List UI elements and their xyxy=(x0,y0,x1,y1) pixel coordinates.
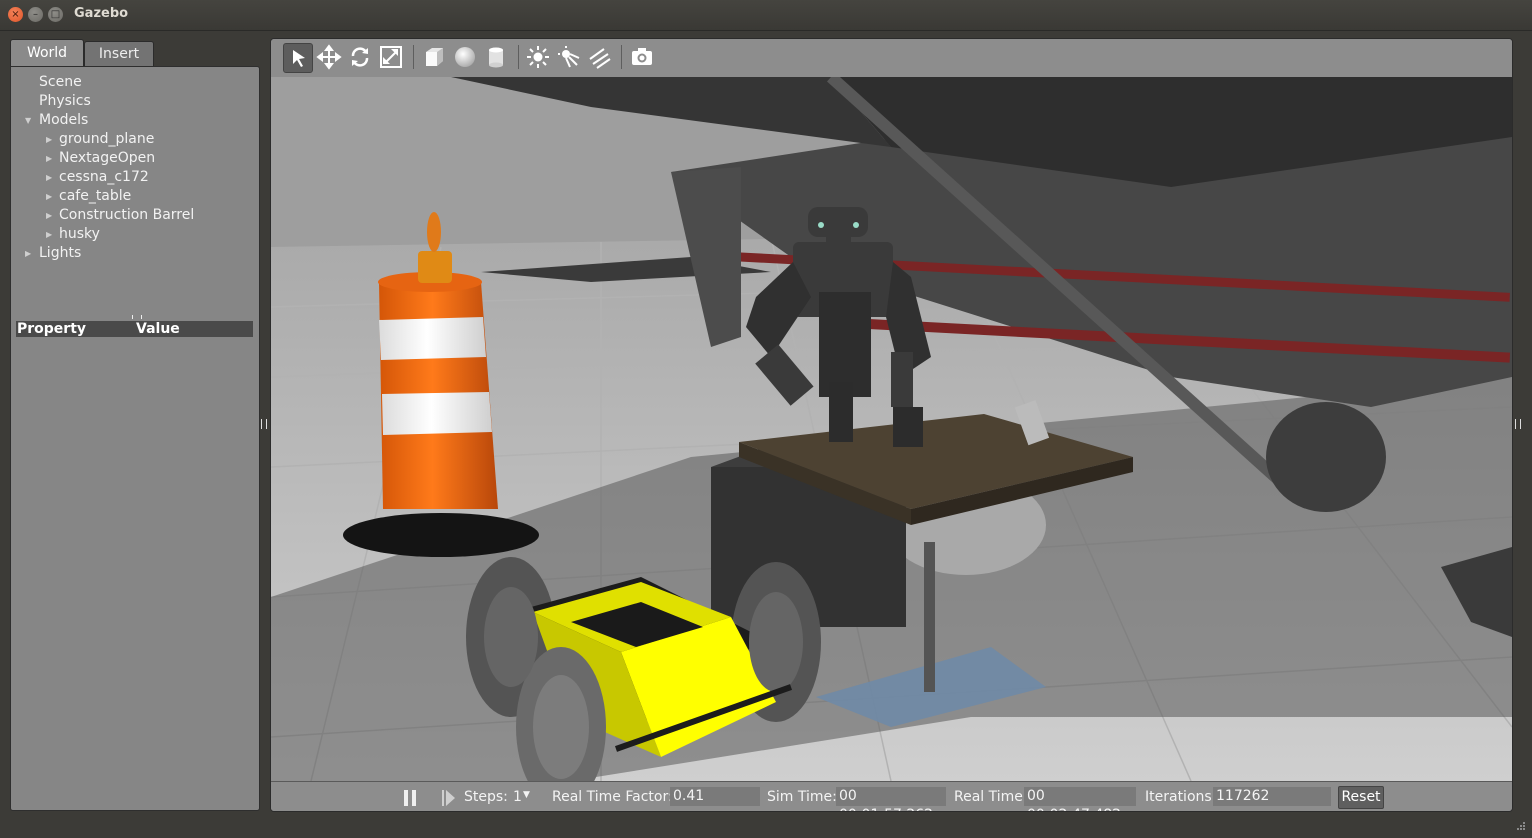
world-panel: Scene Physics ▼ Models ▶ ground_plane ▶ Nex… xyxy=(10,66,260,811)
tree-item-lights[interactable]: ▶ Lights xyxy=(17,244,257,263)
real-time-label: Real Time: xyxy=(954,789,1028,805)
real-time-field: 00 00:02:47.482 xyxy=(1024,787,1136,811)
tree-item-label: cafe_table xyxy=(59,188,132,204)
scale-icon[interactable] xyxy=(377,43,405,71)
minimize-window-button[interactable]: – xyxy=(28,7,43,22)
column-resize-grip[interactable] xyxy=(132,315,142,319)
toolbar-separator xyxy=(413,45,414,69)
tree-item-scene[interactable]: Scene xyxy=(17,73,257,92)
barrel-base xyxy=(343,513,539,557)
expand-right-icon[interactable]: ▶ xyxy=(46,130,56,149)
spot-light-icon[interactable] xyxy=(555,43,583,71)
right-splitter-handle[interactable] xyxy=(1515,419,1521,429)
title-bar: × – □ Gazebo xyxy=(0,0,1532,31)
iterations-label: Iterations: xyxy=(1145,789,1217,805)
tree-item-models[interactable]: ▼ Models xyxy=(17,111,257,130)
steps-label: Steps: xyxy=(464,789,508,805)
expand-down-icon[interactable]: ▼ xyxy=(25,111,35,130)
tree-item-label: Construction Barrel xyxy=(59,207,195,223)
viewport-toolbar xyxy=(271,39,1512,78)
value-column-header[interactable]: Value xyxy=(136,321,180,337)
tree-item-label: Physics xyxy=(39,93,91,109)
directional-light-icon[interactable] xyxy=(586,43,614,71)
step-button[interactable] xyxy=(441,789,457,811)
sim-time-field: 00 00:01:57.262 xyxy=(836,787,946,811)
tab-insert[interactable]: Insert xyxy=(84,41,154,66)
barrel-lamp xyxy=(418,251,452,283)
left-splitter-handle[interactable] xyxy=(261,419,267,429)
steps-value[interactable]: 1 xyxy=(513,789,522,805)
resize-grip-icon[interactable] xyxy=(1516,820,1526,830)
chevron-down-icon[interactable]: ▼ xyxy=(523,790,530,800)
tree-item-label: NextageOpen xyxy=(59,150,156,166)
window-title: Gazebo xyxy=(74,6,129,21)
close-window-button[interactable]: × xyxy=(8,7,23,22)
select-arrow-icon[interactable] xyxy=(283,43,313,73)
tree-item-physics[interactable]: Physics xyxy=(17,92,257,111)
tree-item-label: Scene xyxy=(39,74,82,90)
toolbar-separator xyxy=(621,45,622,69)
tree-item-nextageopen[interactable]: ▶ NextageOpen xyxy=(17,149,257,168)
real-time-factor-label: Real Time Factor: xyxy=(552,789,673,805)
tree-item-ground-plane[interactable]: ▶ ground_plane xyxy=(17,130,257,149)
expand-right-icon[interactable]: ▶ xyxy=(46,149,56,168)
maximize-window-button[interactable]: □ xyxy=(48,7,63,22)
tree-item-label: husky xyxy=(59,226,100,242)
real-time-factor-field: 0.41 xyxy=(670,787,760,806)
point-light-icon[interactable] xyxy=(524,43,552,71)
tree-item-label: Models xyxy=(39,112,89,128)
tab-world[interactable]: World xyxy=(10,39,84,66)
tree-item-construction-barrel[interactable]: ▶ Construction Barrel xyxy=(17,206,257,225)
tree-item-husky[interactable]: ▶ husky xyxy=(17,225,257,244)
box-shape-icon[interactable] xyxy=(420,43,448,71)
rotate-icon[interactable] xyxy=(346,43,374,71)
sim-time-label: Sim Time: xyxy=(767,789,837,805)
scene-render xyxy=(271,77,1512,781)
pause-button[interactable] xyxy=(403,789,419,811)
tree-item-label: cessna_c172 xyxy=(59,169,149,185)
translate-icon[interactable] xyxy=(315,43,343,71)
world-tree: Scene Physics ▼ Models ▶ ground_plane ▶ Nex… xyxy=(17,73,257,263)
cylinder-shape-icon[interactable] xyxy=(482,43,510,71)
expand-right-icon[interactable]: ▶ xyxy=(46,206,56,225)
tree-item-cessna[interactable]: ▶ cessna_c172 xyxy=(17,168,257,187)
render-viewport[interactable]: Steps: 1 ▼ Real Time Factor: 0.41 Sim Ti… xyxy=(270,38,1513,812)
toolbar-separator xyxy=(518,45,519,69)
property-table-header: Property Value xyxy=(16,321,253,337)
iterations-field: 117262 xyxy=(1213,787,1331,806)
reset-button[interactable]: Reset xyxy=(1338,786,1384,809)
tree-item-cafe-table[interactable]: ▶ cafe_table xyxy=(17,187,257,206)
3d-scene[interactable] xyxy=(271,77,1512,781)
screenshot-camera-icon[interactable] xyxy=(628,43,656,71)
expand-right-icon[interactable]: ▶ xyxy=(46,168,56,187)
status-bar: Steps: 1 ▼ Real Time Factor: 0.41 Sim Ti… xyxy=(271,781,1512,811)
sphere-shape-icon[interactable] xyxy=(451,43,479,71)
expand-right-icon[interactable]: ▶ xyxy=(25,244,35,263)
property-column-header[interactable]: Property xyxy=(17,321,86,337)
tree-item-label: ground_plane xyxy=(59,131,155,147)
expand-right-icon[interactable]: ▶ xyxy=(46,225,56,244)
tree-item-label: Lights xyxy=(39,245,82,261)
table-leg xyxy=(924,542,935,692)
expand-right-icon[interactable]: ▶ xyxy=(46,187,56,206)
